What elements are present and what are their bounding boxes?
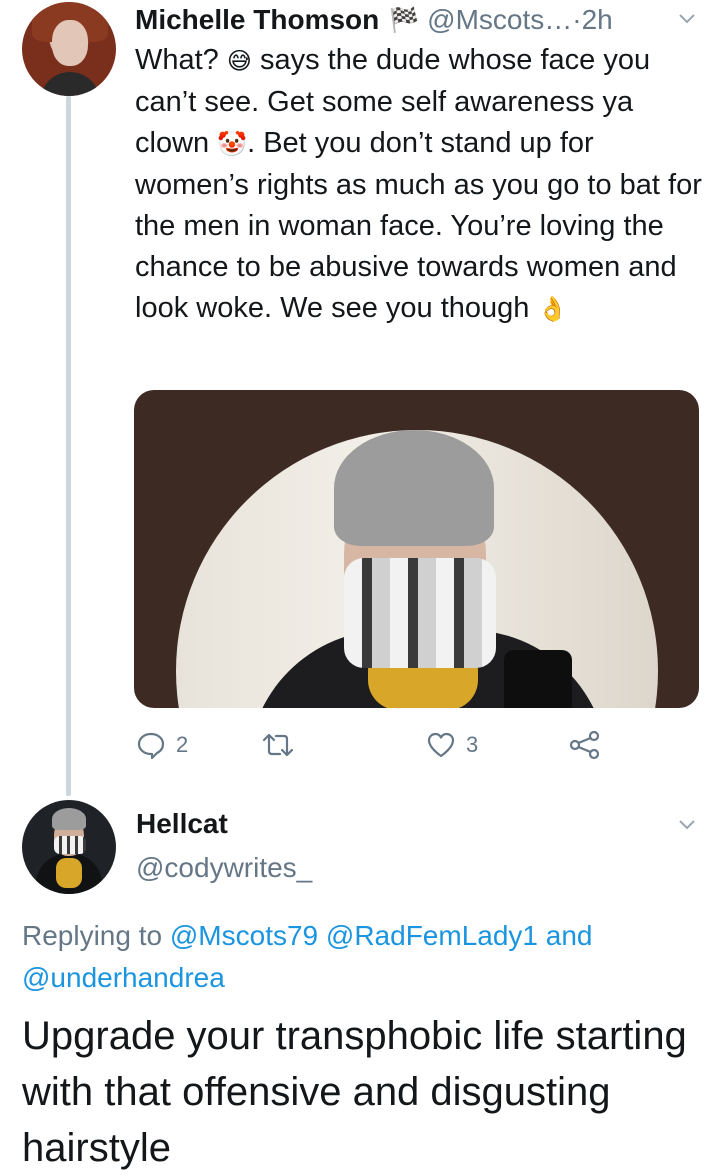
grinning-sweat-emoji-icon: 😅: [226, 47, 252, 75]
tweet1-header: Michelle Thomson 🏁 @Mscots… · 2h: [135, 0, 613, 40]
photo-phone: [504, 650, 572, 708]
tweet2-handle[interactable]: @codywrites_: [136, 852, 312, 884]
replying-to-line: Replying to @Mscots79 @RadFemLady1 and @…: [22, 915, 702, 999]
mention-radfemlady1[interactable]: @RadFemLady1: [326, 920, 538, 951]
tweet1-timestamp[interactable]: 2h: [582, 4, 613, 36]
avatar-shirt: [40, 72, 100, 96]
retweet-icon: [262, 733, 294, 757]
tweet1-text: What? 😅 says the dude whose face you can…: [135, 40, 710, 330]
retweet-button[interactable]: [260, 726, 306, 764]
photo-beanie: [334, 430, 494, 546]
share-icon: [569, 730, 600, 760]
checkered-flag-icon: 🏁: [389, 6, 420, 34]
mention-underhandrea[interactable]: @underhandrea: [22, 962, 225, 993]
mention-and-word: and: [545, 920, 593, 951]
clown-emoji-icon: 🤡: [217, 130, 248, 158]
avatar-hellcat[interactable]: [22, 800, 116, 894]
chevron-down-icon[interactable]: [679, 820, 695, 830]
reply-icon: [137, 732, 165, 760]
replying-prefix: Replying to: [22, 920, 170, 951]
tweet1-action-bar: 2 3: [134, 726, 614, 764]
like-count: 3: [466, 732, 479, 757]
avatar-mask: [54, 836, 86, 854]
mention-mscots79[interactable]: @Mscots79: [170, 920, 318, 951]
heart-icon: [427, 732, 455, 758]
reply-count: 2: [176, 732, 189, 757]
tweet1-text-part1: What?: [135, 44, 227, 76]
avatar-face: [52, 20, 88, 66]
tweet1-handle[interactable]: @Mscots…: [427, 4, 572, 36]
tweet1-separator: ·: [572, 4, 582, 35]
tweet2-text: Upgrade your transphobic life starting w…: [22, 1014, 687, 1170]
avatar-collar: [56, 858, 82, 888]
ok-hand-emoji-icon: 👌: [537, 295, 568, 323]
tweet1-display-name[interactable]: Michelle Thomson: [135, 4, 379, 36]
reply-button[interactable]: 2: [136, 726, 188, 764]
like-button[interactable]: 3: [426, 726, 478, 764]
tweet1-media-image[interactable]: [134, 390, 699, 708]
photo-face-mask: [344, 558, 496, 668]
photo-frame: [176, 430, 658, 708]
tweet2-display-name[interactable]: Hellcat: [136, 808, 228, 840]
avatar-beanie: [52, 808, 86, 830]
thread-connector-line: [66, 96, 71, 796]
avatar-michelle-thomson[interactable]: [22, 2, 116, 96]
chevron-down-icon[interactable]: [679, 14, 695, 24]
share-button[interactable]: [568, 726, 602, 764]
